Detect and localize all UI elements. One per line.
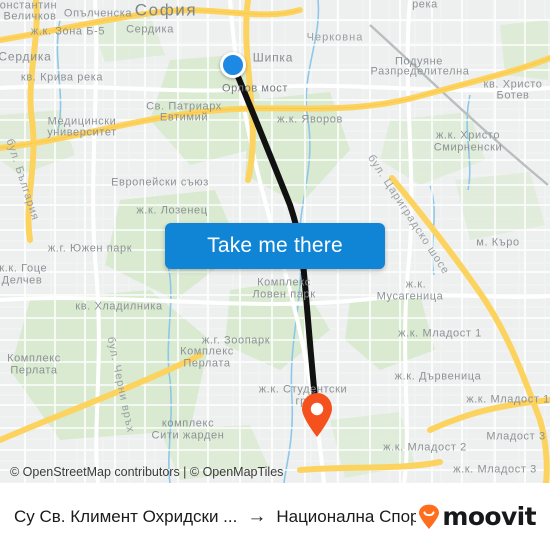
moovit-route-map-screen: КонстантинВеличковОпълченскаСофияСердика… <box>0 0 550 550</box>
map-attribution: © OpenStreetMap contributors | © OpenMap… <box>0 461 550 483</box>
footer-bar: Су Св. Климент Охридски ... → Национална… <box>0 483 550 550</box>
moovit-wordmark: moovit <box>442 502 536 531</box>
footer-destination-label: Национална Спорт... <box>276 506 417 526</box>
arrow-right-icon: → <box>247 505 267 527</box>
take-me-there-button[interactable]: Take me there <box>165 223 385 269</box>
footer-origin-label: Су Св. Климент Охридски ... <box>14 506 238 526</box>
route-summary: Су Св. Климент Охридски ... → Национална… <box>0 506 416 528</box>
moovit-logo[interactable]: moovit <box>416 502 550 531</box>
take-me-there-label: Take me there <box>207 234 343 257</box>
moovit-pin-icon <box>419 504 440 529</box>
attribution-text: © OpenStreetMap contributors | © OpenMap… <box>10 465 284 479</box>
origin-dot-icon[interactable] <box>220 52 246 78</box>
map-canvas[interactable]: КонстантинВеличковОпълченскаСофияСердика… <box>0 0 550 483</box>
destination-pin-icon[interactable] <box>299 392 335 438</box>
